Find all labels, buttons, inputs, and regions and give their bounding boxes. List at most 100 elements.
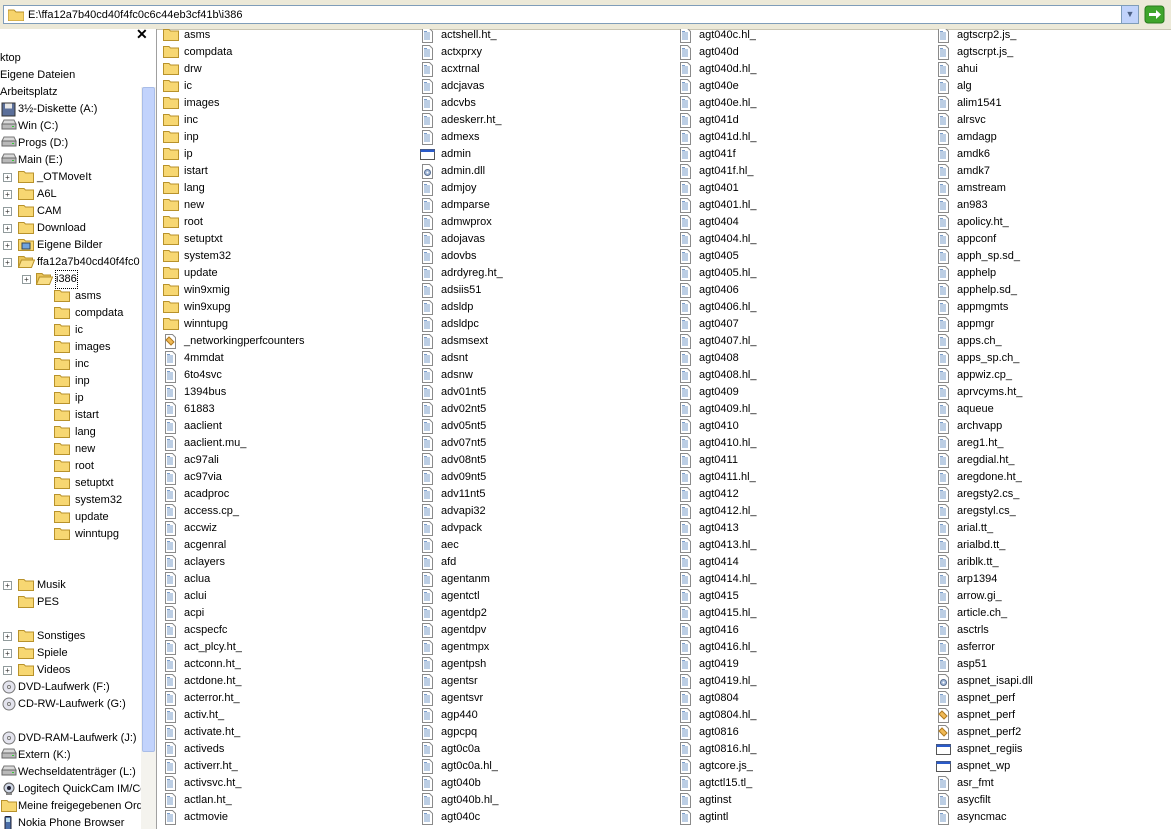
file-item[interactable]: activerr.ht_ [163,758,403,775]
tree-node[interactable]: Progs (D:) [0,135,140,152]
file-item[interactable]: acterror.ht_ [163,690,403,707]
tree-node[interactable]: Win (C:) [0,118,140,135]
file-item[interactable]: appmgmts [936,299,1171,316]
folder-item[interactable]: root [163,214,403,231]
file-item[interactable]: agt0804 [678,690,918,707]
tree-node[interactable]: DVD-Laufwerk (F:) [0,679,140,696]
file-item[interactable]: archvapp [936,418,1171,435]
expand-icon[interactable]: + [3,666,12,675]
expand-icon[interactable]: + [3,173,12,182]
tree-node[interactable]: winntupg [0,526,140,543]
file-item[interactable]: agtscrpt.js_ [936,44,1171,61]
file-item[interactable]: adv01nt5 [420,384,660,401]
folder-item[interactable]: drw [163,61,403,78]
tree-node[interactable]: ktop [0,50,140,67]
file-item[interactable]: admin [420,146,660,163]
file-item[interactable]: alrsvc [936,112,1171,129]
tree-node[interactable]: DVD-RAM-Laufwerk (J:) [0,730,140,747]
file-item[interactable]: advapi32 [420,503,660,520]
file-item[interactable]: adv02nt5 [420,401,660,418]
file-item[interactable]: agentsr [420,673,660,690]
address-field[interactable]: E:\ffa12a7b40cd40f4fc0c6c44eb3cf41b\i386… [3,5,1139,24]
file-item[interactable]: agpcpq [420,724,660,741]
file-item[interactable]: agt0413 [678,520,918,537]
tree-node[interactable]: root [0,458,140,475]
file-item[interactable]: admexs [420,129,660,146]
tree-node[interactable]: + Sonstiges [0,628,140,645]
file-item[interactable]: apph_sp.sd_ [936,248,1171,265]
file-item[interactable]: agt040e.hl_ [678,95,918,112]
tree-node[interactable]: + CAM [0,203,140,220]
file-item[interactable]: an983 [936,197,1171,214]
file-item[interactable]: appconf [936,231,1171,248]
tree-node[interactable]: new [0,441,140,458]
file-item[interactable]: agt040d.hl_ [678,61,918,78]
file-item[interactable]: aprvcyms.ht_ [936,384,1171,401]
file-item[interactable]: alim1541 [936,95,1171,112]
tree-node[interactable]: ip [0,390,140,407]
file-item[interactable]: activsvc.ht_ [163,775,403,792]
tree-node[interactable] [0,560,140,577]
expand-icon[interactable]: + [3,581,12,590]
tree-node[interactable]: Nokia Phone Browser [0,815,140,829]
file-item[interactable]: asctrls [936,622,1171,639]
file-item[interactable]: agt0406 [678,282,918,299]
tree-node[interactable]: Wechseldatenträger (L:) [0,764,140,781]
tree-node[interactable]: ic [0,322,140,339]
expand-icon[interactable]: + [3,224,12,233]
file-item[interactable]: agtscrp2.js_ [936,29,1171,44]
file-item[interactable]: aqueue [936,401,1171,418]
file-item[interactable]: asr_fmt [936,775,1171,792]
file-item[interactable]: adojavas [420,231,660,248]
file-item[interactable]: agt0804.hl_ [678,707,918,724]
file-item[interactable]: admwprox [420,214,660,231]
file-item[interactable]: agt0410.hl_ [678,435,918,452]
tree-node[interactable]: Main (E:) [0,152,140,169]
close-icon[interactable]: ✕ [136,29,148,43]
file-item[interactable]: asp51 [936,656,1171,673]
file-item[interactable]: aaclient.mu_ [163,435,403,452]
folder-item[interactable]: winntupg [163,316,403,333]
file-item[interactable]: agtctl15.tl_ [678,775,918,792]
expand-icon[interactable]: + [3,241,12,250]
file-item[interactable]: agt040b.hl_ [420,792,660,809]
file-item[interactable]: agt040c [420,809,660,826]
file-item[interactable]: appmgr [936,316,1171,333]
file-item[interactable]: amdk7 [936,163,1171,180]
file-item[interactable]: adsmsext [420,333,660,350]
file-item[interactable]: agt040d [678,44,918,61]
file-item[interactable]: agentsvr [420,690,660,707]
tree-node[interactable]: compdata [0,305,140,322]
file-item[interactable]: agt0419.hl_ [678,673,918,690]
folder-item[interactable]: ip [163,146,403,163]
file-item[interactable]: aspnet_perf [936,690,1171,707]
file-item[interactable]: apps_sp.ch_ [936,350,1171,367]
file-item[interactable]: adcjavas [420,78,660,95]
file-item[interactable]: acgenral [163,537,403,554]
tree-node[interactable]: images [0,339,140,356]
file-item[interactable]: asyncmac [936,809,1171,826]
file-item[interactable]: arialbd.tt_ [936,537,1171,554]
file-item[interactable]: adv08nt5 [420,452,660,469]
file-item[interactable]: agt040b [420,775,660,792]
go-button[interactable] [1144,5,1168,24]
folder-item[interactable]: system32 [163,248,403,265]
file-item[interactable]: agt0416.hl_ [678,639,918,656]
file-item[interactable]: agt041d [678,112,918,129]
file-item[interactable]: afd [420,554,660,571]
file-item[interactable]: agentdp2 [420,605,660,622]
file-item[interactable]: agt0408 [678,350,918,367]
file-item[interactable]: areg1.ht_ [936,435,1171,452]
file-item[interactable]: agt0415 [678,588,918,605]
file-item[interactable]: agt0409.hl_ [678,401,918,418]
file-item[interactable]: acspecfc [163,622,403,639]
file-item[interactable]: aclua [163,571,403,588]
file-item[interactable]: activate.ht_ [163,724,403,741]
expand-icon[interactable]: + [3,190,12,199]
tree-node[interactable]: Extern (K:) [0,747,140,764]
scrollbar-thumb[interactable] [142,87,155,752]
tree-node[interactable]: Meine freigegebenen Ord [0,798,143,815]
tree-node[interactable]: lang [0,424,140,441]
file-item[interactable]: agt0816.hl_ [678,741,918,758]
file-item[interactable]: apphelp [936,265,1171,282]
